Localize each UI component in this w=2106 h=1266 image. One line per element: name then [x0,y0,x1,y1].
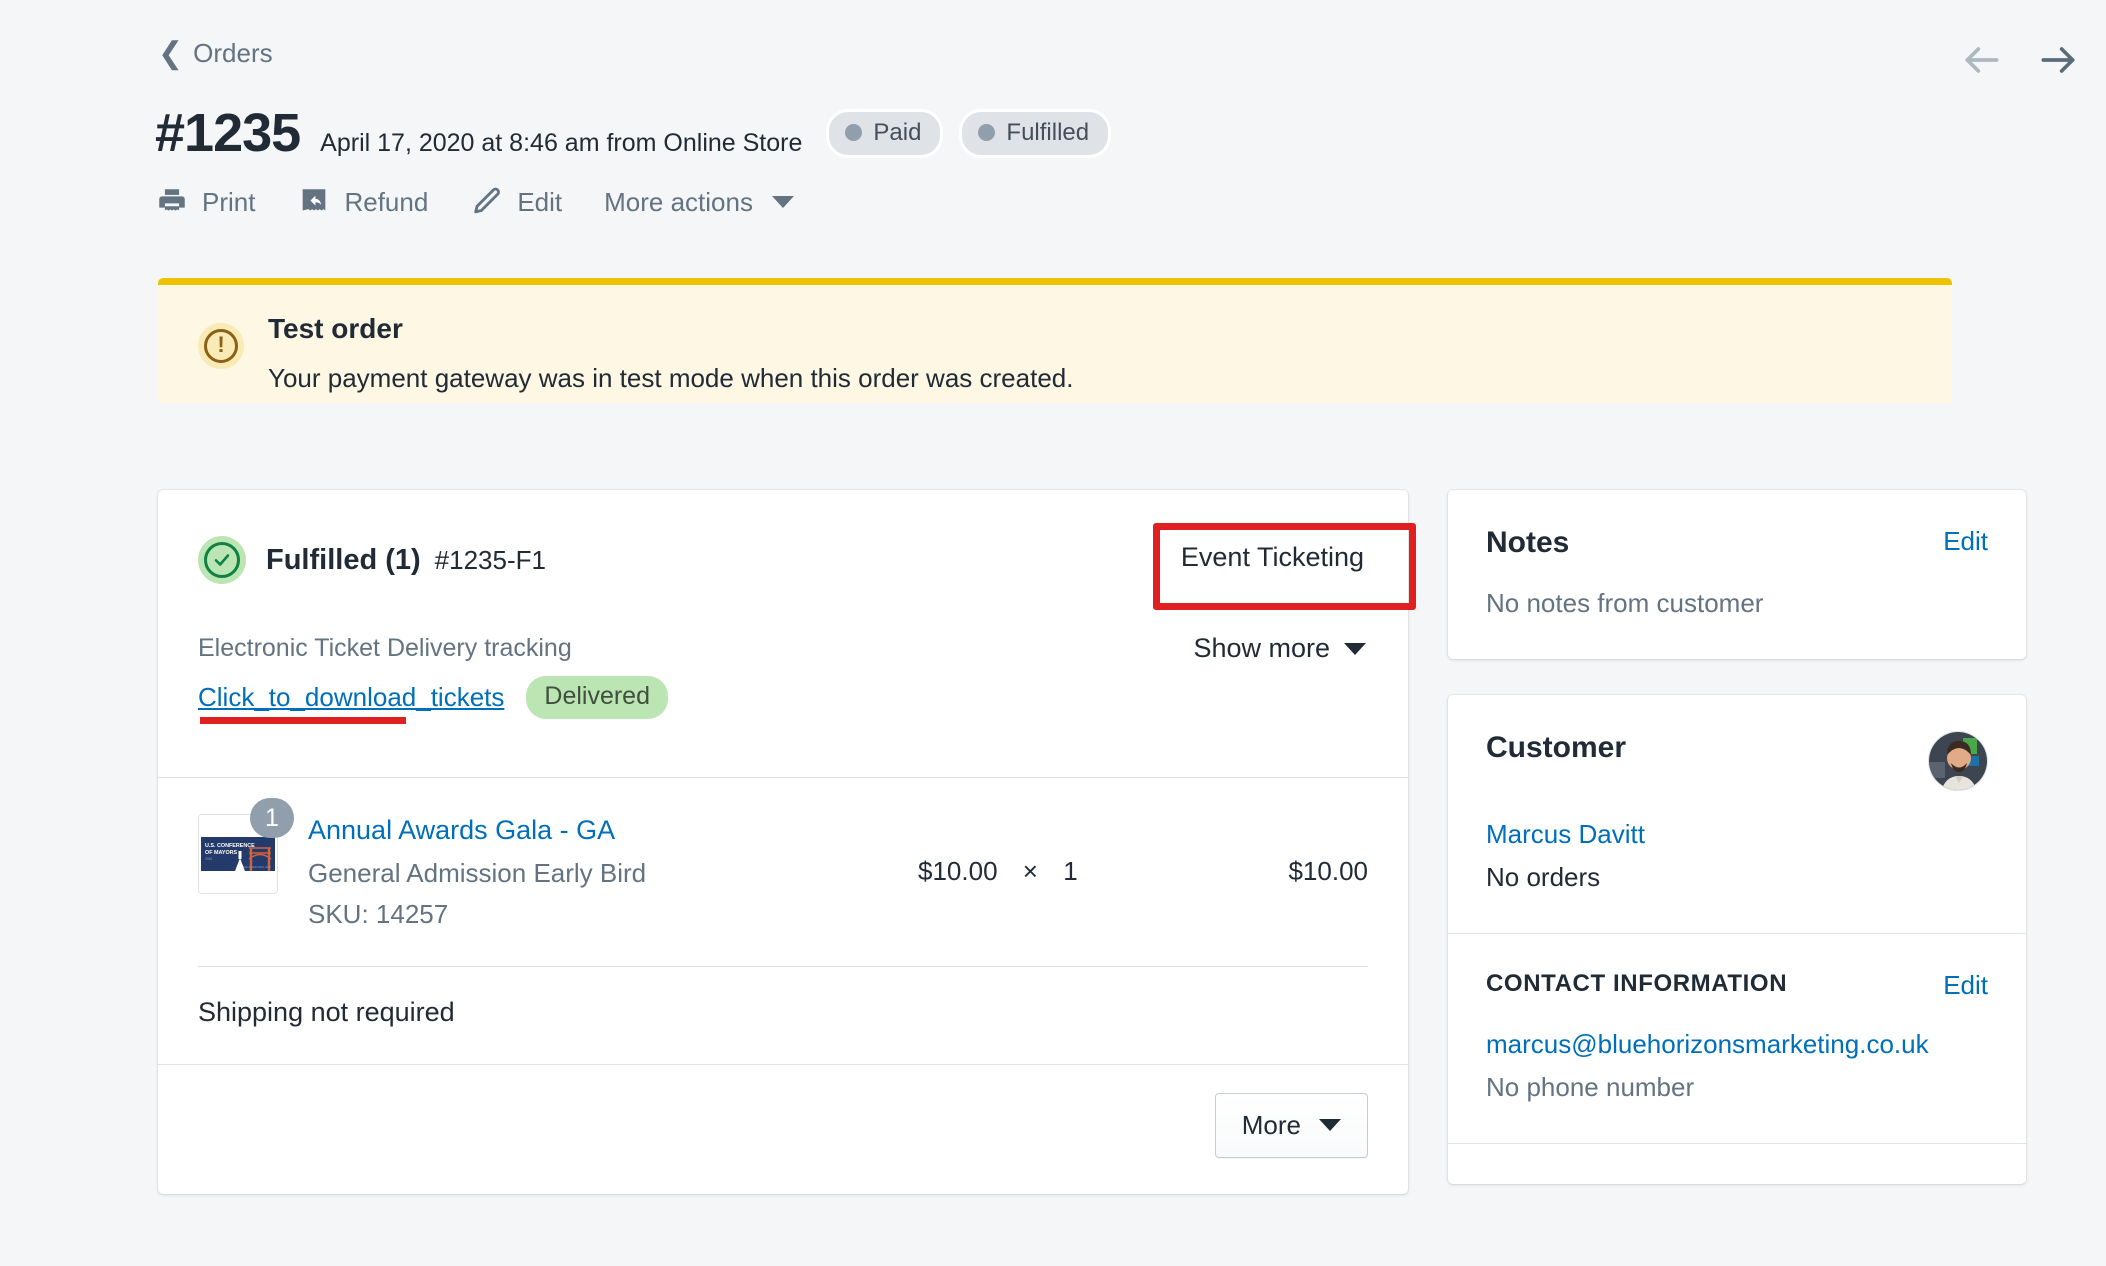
refund-label: Refund [344,186,429,217]
more-button[interactable]: More [1214,1092,1368,1158]
status-dot-icon [845,124,863,141]
edit-button[interactable]: Edit [470,185,562,219]
contact-edit-link[interactable]: Edit [1943,970,1988,1001]
breadcrumb-label: Orders [193,38,273,68]
status-badge-paid-label: Paid [873,118,922,146]
more-button-label: More [1241,1109,1301,1140]
print-label: Print [202,186,256,217]
avatar [1928,731,1988,791]
banner-title: Test order [268,313,403,344]
banner-body: Your payment gateway was in test mode wh… [268,363,1074,393]
tracking-link[interactable]: Click_to_download_tickets [198,682,504,713]
more-actions-label: More actions [604,186,753,217]
multiply-symbol: × [1022,856,1038,886]
tracking-status-badge: Delivered [526,676,668,719]
check-circle-ring [204,542,240,578]
order-detail-page: ❮ Orders #1235 April 17, 2020 at 8:46 am… [0,0,2106,1266]
notes-body: No notes from customer [1448,560,2026,659]
fulfillment-id: #1235-F1 [434,544,546,575]
arrow-right-icon[interactable] [2036,38,2080,82]
fulfillment-status-title: Fulfilled (1) [266,543,421,576]
page-title: #1235 April 17, 2020 at 8:46 am from Onl… [155,102,1112,164]
line-item-unit-price: $10.00 × 1 [918,814,1228,887]
more-actions-button[interactable]: More actions [604,187,794,218]
line-item-quantity-badge: 1 [250,798,294,838]
edit-label: Edit [517,186,563,217]
tracking-section: Electronic Ticket Delivery tracking Clic… [158,634,1408,719]
customer-title: Customer [1486,731,1627,764]
fulfillment-header: Fulfilled (1) #1235-F1 Event Ticketing S… [158,490,1408,663]
status-dot-icon [978,124,996,141]
chevron-left-icon: ❮ [158,36,184,70]
contact-information-title: CONTACT INFORMATION [1486,970,1788,997]
status-badge-fulfilled-label: Fulfilled [1006,118,1090,146]
line-item-info: Annual Awards Gala - GA General Admissio… [308,814,918,930]
customer-body: Marcus Davitt No orders [1448,791,2026,933]
refund-button[interactable]: Refund [297,185,428,219]
test-order-banner: ! Test order Your payment gateway was in… [158,278,1952,403]
line-item-sku: SKU: 14257 [308,898,449,929]
refund-icon [297,185,331,219]
customer-email-link[interactable]: marcus@bluehorizonsmarketing.co.uk [1486,1029,1988,1060]
line-item-total: $10.00 [1288,856,1368,886]
line-item-row: U.S. CONFERENCE OF MAYORS 2020 SAN FRANC… [158,778,1408,930]
record-navigation [1960,38,2080,82]
fulfillment-card-footer: More [158,1065,1408,1194]
customer-card: Customer Marcus Davitt No orders CONTACT… [1448,695,2026,1184]
customer-orders-count: No orders [1486,862,1601,892]
svg-text:U.S. CONFERENCE: U.S. CONFERENCE [205,843,255,849]
svg-text:2020: 2020 [205,857,212,861]
arrow-left-icon[interactable] [1960,38,2004,82]
unit-price-value: $10.00 [918,856,998,886]
check-circle-icon [198,536,246,584]
customer-name-link[interactable]: Marcus Davitt [1486,819,1988,850]
notes-card: Notes Edit No notes from customer [1448,490,2026,659]
print-button[interactable]: Print [155,185,255,219]
line-item-title[interactable]: Annual Awards Gala - GA [308,814,918,848]
svg-text:OF MAYORS: OF MAYORS [205,850,238,856]
fulfillment-card: Fulfilled (1) #1235-F1 Event Ticketing S… [158,490,1408,1194]
order-number: #1235 [155,103,301,163]
customer-phone: No phone number [1486,1072,1695,1102]
printer-icon [155,185,189,219]
order-action-bar: Print Refund Edit More actions [155,185,794,219]
product-thumbnail-wrapper: U.S. CONFERENCE OF MAYORS 2020 SAN FRANC… [198,798,294,894]
chevron-down-icon [771,196,794,208]
chevron-down-icon [1319,1119,1341,1132]
notes-empty-text: No notes from customer [1486,588,1764,618]
card-spacer [1448,1144,2026,1184]
fulfillment-app-name: Event Ticketing [1180,542,1364,572]
contact-body: marcus@bluehorizonsmarketing.co.uk No ph… [1448,1001,2026,1143]
breadcrumb[interactable]: ❮ Orders [158,38,273,69]
status-badge-fulfilled: Fulfilled [959,108,1112,158]
notes-title: Notes [1486,526,1570,559]
svg-text:SAN FRANCISCO 2020: SAN FRANCISCO 2020 [243,865,271,869]
tracking-label: Electronic Ticket Delivery tracking [198,634,572,662]
pencil-icon [470,185,504,219]
line-item-variant: General Admission Early Bird [308,857,647,888]
sidebar: Notes Edit No notes from customer Custom… [1448,490,2026,1220]
alert-circle-glyph: ! [204,329,238,363]
line-item-quantity: 1 [1063,856,1078,886]
order-meta: April 17, 2020 at 8:46 am from Online St… [320,129,803,157]
status-badge-paid: Paid [826,108,944,158]
shipping-note: Shipping not required [198,996,455,1027]
notes-edit-link[interactable]: Edit [1943,526,1988,557]
status-badges: Paid Fulfilled [826,108,1112,158]
alert-circle-icon: ! [198,323,244,369]
